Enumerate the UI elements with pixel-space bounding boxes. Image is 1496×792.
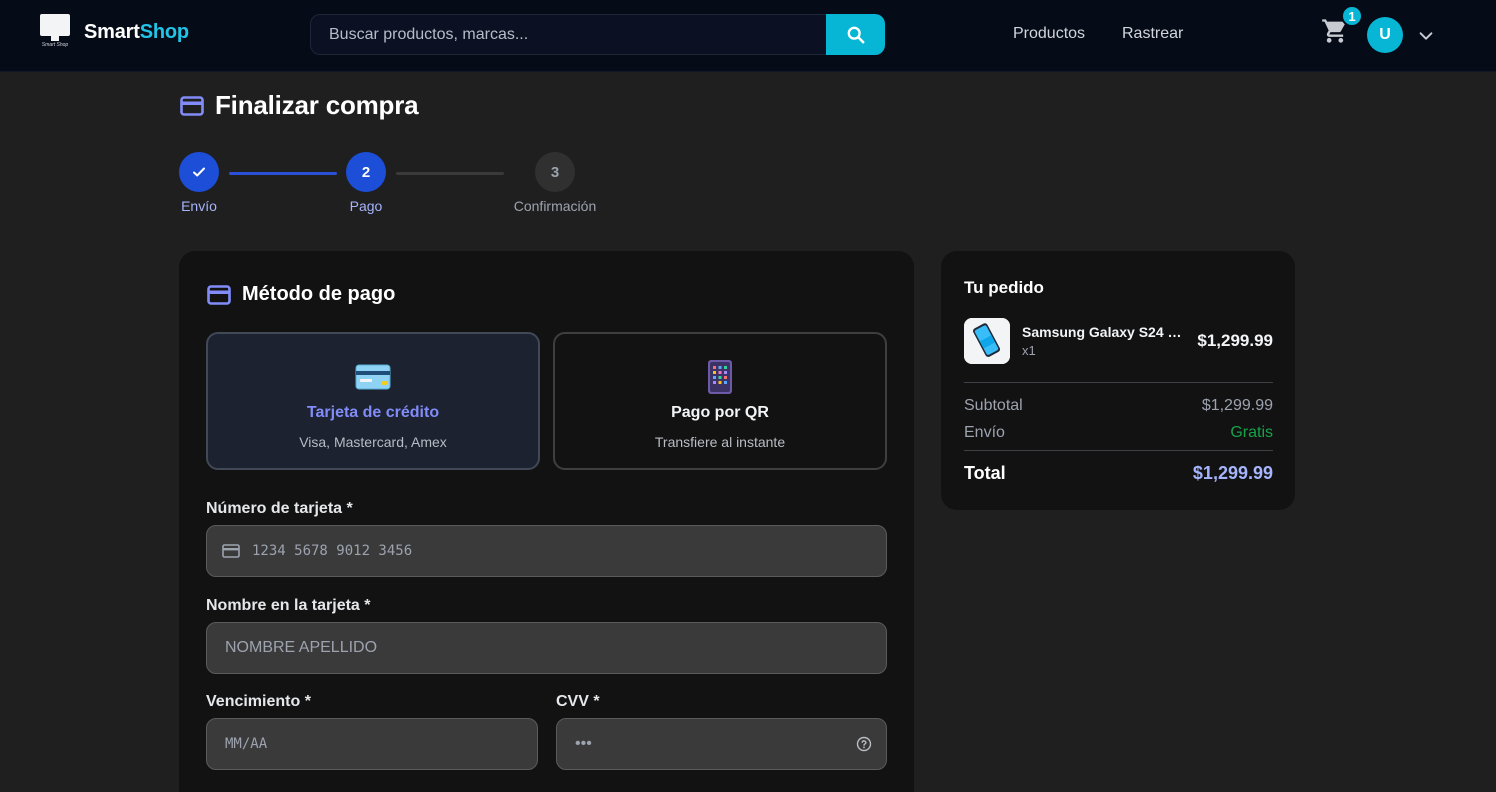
- shipping-value: Gratis: [1230, 424, 1273, 441]
- expiry-field-wrapper: [206, 718, 538, 770]
- subtotal-label: Subtotal: [964, 397, 1023, 414]
- cvv-field-wrapper: [556, 718, 887, 770]
- summary-divider: [964, 382, 1273, 383]
- order-summary: Tu pedido Samsung Galaxy S24 Ultra x1 $1…: [941, 251, 1295, 510]
- top-navbar: Smart Shop SmartShop Productos Rastrear …: [0, 0, 1496, 72]
- expiry-input[interactable]: [207, 736, 537, 752]
- search-bar: [310, 14, 885, 55]
- product-name: Samsung Galaxy S24 Ultra: [1022, 324, 1182, 340]
- step-connector: [229, 172, 337, 175]
- brand-logo[interactable]: Smart Shop SmartShop: [38, 14, 189, 50]
- credit-card-emoji-icon: [355, 360, 391, 394]
- payment-section-header: Método de pago: [207, 283, 395, 306]
- user-avatar[interactable]: U: [1367, 17, 1403, 53]
- method-credit-card-title: Tarjeta de crédito: [306, 404, 440, 421]
- page-title: Finalizar compra: [215, 90, 419, 120]
- cvv-label: CVV *: [556, 693, 600, 710]
- summary-divider: [964, 450, 1273, 451]
- step-pago-circle: 2: [346, 152, 386, 192]
- step-connector: [396, 172, 504, 175]
- credit-card-icon: [180, 95, 204, 116]
- search-button[interactable]: [826, 14, 885, 55]
- cvv-input[interactable]: [557, 735, 856, 753]
- monitor-icon: Smart Shop: [38, 14, 72, 50]
- step-confirmacion-label: Confirmación: [513, 198, 597, 214]
- card-number-label: Número de tarjeta *: [206, 500, 353, 517]
- card-name-label: Nombre en la tarjeta *: [206, 597, 371, 614]
- brand-name: SmartShop: [84, 20, 189, 43]
- expiry-label: Vencimiento *: [206, 693, 311, 710]
- cart-count-badge: 1: [1341, 5, 1363, 27]
- nav-productos[interactable]: Productos: [1013, 25, 1085, 43]
- step-pago-label: Pago: [349, 198, 383, 214]
- credit-card-icon: [207, 284, 231, 305]
- search-icon: [847, 26, 864, 43]
- product-price: $1,299.99: [1197, 331, 1273, 350]
- check-icon: [193, 167, 205, 177]
- shipping-label: Envío: [964, 424, 1005, 441]
- search-input[interactable]: [310, 14, 830, 55]
- method-qr[interactable]: Pago por QR Transfiere al instante: [553, 332, 887, 470]
- nav-rastrear[interactable]: Rastrear: [1122, 25, 1183, 43]
- total-label: Total: [964, 463, 1006, 483]
- credit-card-icon: [222, 544, 240, 558]
- card-number-field-wrapper: [206, 525, 887, 577]
- subtotal-value: $1,299.99: [1201, 397, 1273, 414]
- step-confirmacion-circle: 3: [535, 152, 575, 192]
- card-name-field-wrapper: [206, 622, 887, 674]
- chevron-down-icon[interactable]: [1417, 27, 1435, 45]
- step-envio-label: Envío: [181, 198, 217, 214]
- page-header: Finalizar compra: [180, 90, 419, 121]
- method-credit-card-subtitle: Visa, Mastercard, Amex: [299, 434, 447, 450]
- product-quantity: x1: [1022, 343, 1036, 358]
- total-value: $1,299.99: [1192, 463, 1273, 483]
- product-thumbnail: [964, 318, 1010, 364]
- method-qr-title: Pago por QR: [671, 404, 769, 421]
- method-qr-subtitle: Transfiere al instante: [654, 434, 786, 450]
- qr-phone-icon: [707, 360, 733, 394]
- method-credit-card[interactable]: Tarjeta de crédito Visa, Mastercard, Ame…: [206, 332, 540, 470]
- card-number-input[interactable]: [240, 543, 886, 559]
- card-name-input[interactable]: [207, 639, 886, 657]
- step-envio-circle: [179, 152, 219, 192]
- payment-method-panel: Método de pago Tarjeta de crédito Visa, …: [179, 251, 914, 792]
- payment-section-title: Método de pago: [242, 283, 396, 305]
- help-circle-icon[interactable]: [856, 736, 872, 752]
- order-summary-title: Tu pedido: [964, 278, 1044, 297]
